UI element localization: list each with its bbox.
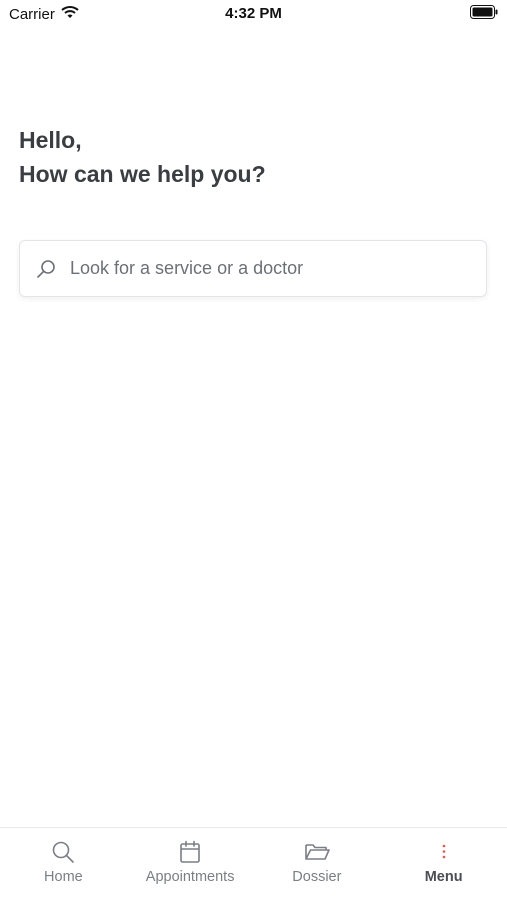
folder-icon — [304, 840, 330, 864]
tab-dossier-label: Dossier — [292, 869, 342, 885]
search-icon — [51, 840, 75, 864]
search-box[interactable] — [19, 240, 487, 297]
calendar-icon — [179, 840, 201, 864]
status-bar: Carrier 4:32 PM — [0, 0, 507, 28]
more-vertical-icon — [441, 840, 447, 864]
battery-icon — [470, 5, 498, 23]
status-time: 4:32 PM — [225, 5, 282, 22]
greeting-heading: Hello, How can we help you? — [19, 123, 266, 191]
search-input[interactable] — [68, 257, 452, 280]
tab-appointments[interactable]: Appointments — [127, 828, 254, 900]
search-icon — [36, 259, 56, 279]
tab-bar: Home Appointments Dossier Menu — [0, 827, 507, 900]
tab-home-label: Home — [44, 869, 83, 885]
greeting-line-1: Hello, — [19, 127, 82, 153]
greeting-line-2: How can we help you? — [19, 161, 266, 187]
tab-appointments-label: Appointments — [145, 869, 235, 885]
tab-dossier[interactable]: Dossier — [254, 828, 381, 900]
tab-menu-label: Menu — [424, 869, 463, 885]
tab-menu[interactable]: Menu — [380, 828, 507, 900]
tab-home[interactable]: Home — [0, 828, 127, 900]
